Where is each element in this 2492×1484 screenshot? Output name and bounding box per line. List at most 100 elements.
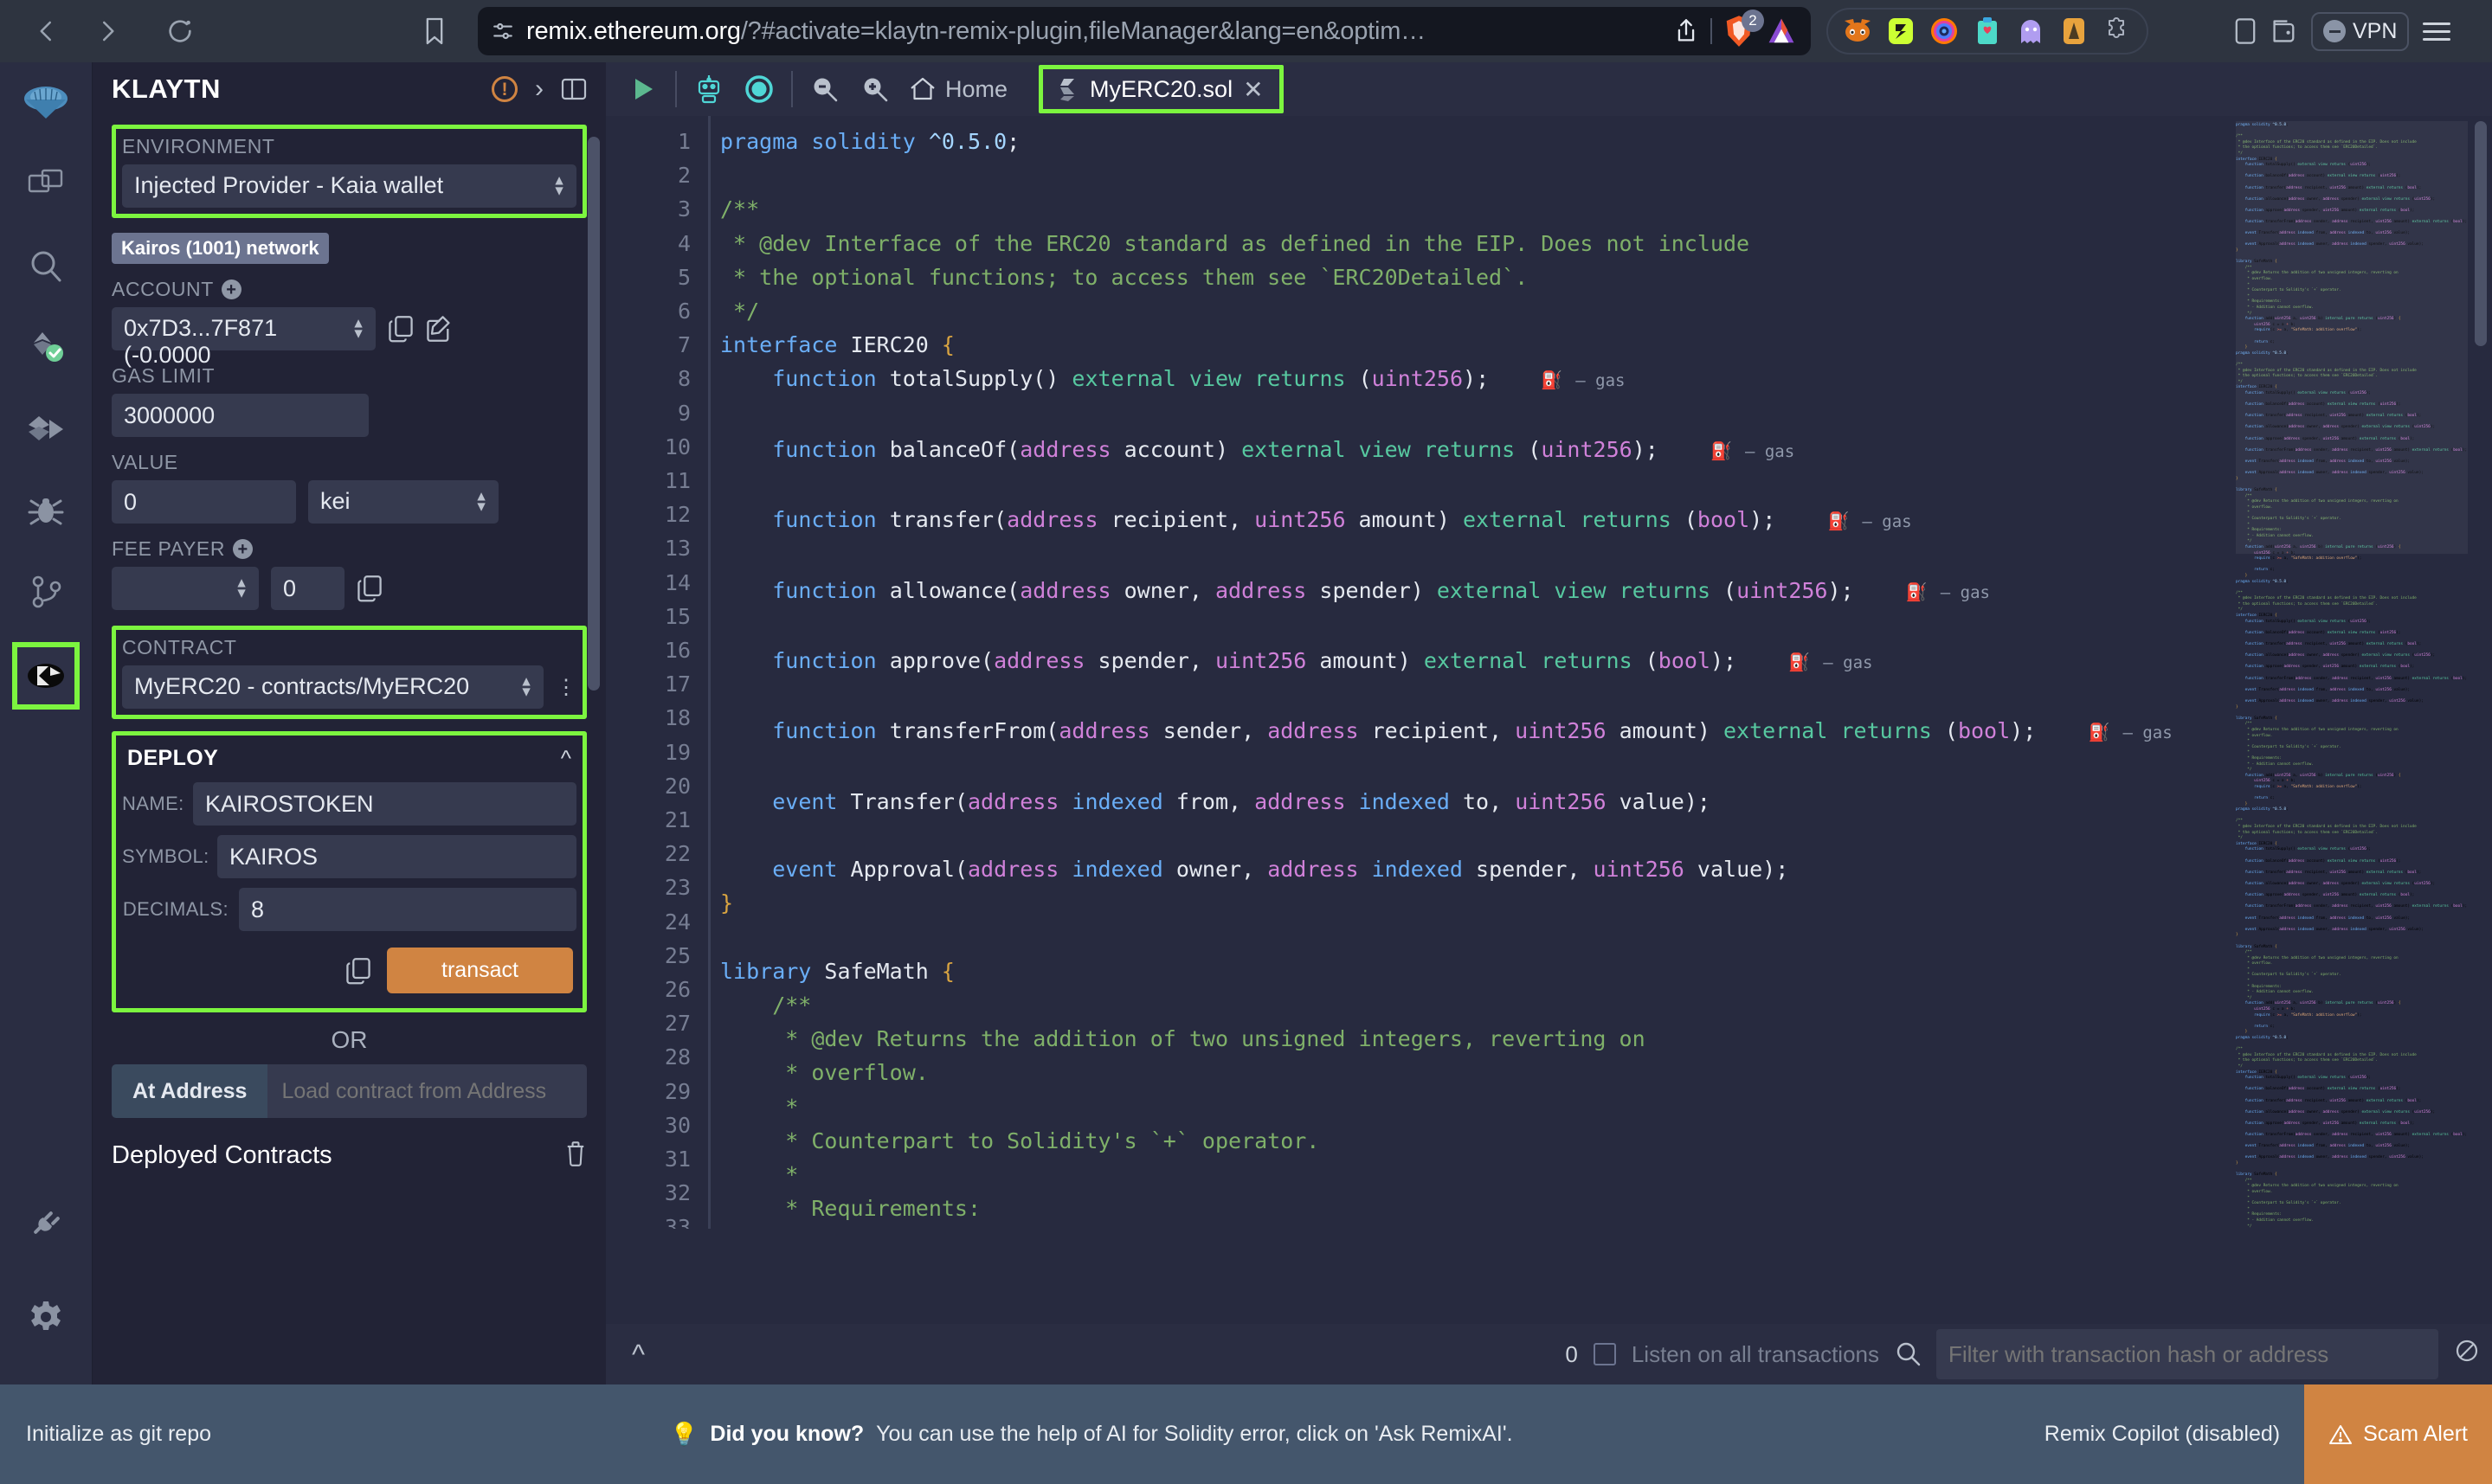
copy-icon[interactable] bbox=[357, 575, 383, 602]
code-content[interactable]: pragma solidity ^0.5.0; /** * @dev Inter… bbox=[708, 116, 2492, 1229]
home-button[interactable]: Home bbox=[900, 76, 1016, 103]
clipboard-health-extension-icon[interactable] bbox=[1970, 14, 2005, 48]
share-icon[interactable] bbox=[1674, 18, 1698, 44]
vpn-toggle-button[interactable]: VPN bbox=[2311, 12, 2409, 51]
minimap-line: function transfer(address recipient, uin… bbox=[2236, 870, 2468, 877]
back-arrow-icon[interactable] bbox=[19, 3, 74, 59]
puzzle-extensions-icon[interactable] bbox=[2100, 14, 2135, 48]
search-icon[interactable] bbox=[15, 235, 77, 298]
terminal-bar: ^ 0 Listen on all transactions bbox=[606, 1324, 2492, 1384]
code-minimap[interactable]: pragma solidity ^0.5.0; /** * @dev Inter… bbox=[2236, 116, 2468, 1229]
metamask-extension-icon[interactable] bbox=[1840, 14, 1875, 48]
panel-layout-icon[interactable] bbox=[561, 78, 587, 100]
search-icon[interactable] bbox=[1895, 1341, 1921, 1367]
minimap-line bbox=[2236, 431, 2468, 437]
chevron-up-icon[interactable]: ^ bbox=[618, 1339, 659, 1371]
file-explorer-icon[interactable] bbox=[15, 154, 77, 216]
gas-limit-input[interactable] bbox=[112, 394, 369, 437]
fee-payer-label-text: FEE PAYER bbox=[112, 537, 225, 561]
minimap-line: pragma solidity ^0.5.0; bbox=[2236, 580, 2468, 586]
debugger-icon[interactable] bbox=[15, 479, 77, 542]
ban-circle-icon[interactable] bbox=[2454, 1338, 2480, 1371]
rainbow-extension-icon[interactable] bbox=[1927, 14, 1961, 48]
listen-checkbox[interactable] bbox=[1594, 1343, 1616, 1365]
contract-select[interactable]: MyERC20 - contracts/MyERC20 ▲▼ bbox=[122, 665, 544, 709]
info-icon[interactable]: ⋮ bbox=[556, 675, 576, 700]
environment-select[interactable]: Injected Provider - Kaia wallet ▲▼ bbox=[122, 164, 576, 208]
toggle-contrast-icon[interactable] bbox=[734, 64, 784, 114]
fee-payer-amount-input[interactable] bbox=[271, 567, 345, 610]
value-input[interactable] bbox=[112, 480, 296, 524]
deploy-symbol-input[interactable] bbox=[217, 835, 576, 878]
url-bar[interactable]: remix.ethereum.org/?#activate=klaytn-rem… bbox=[478, 7, 1811, 55]
copy-icon[interactable] bbox=[388, 315, 414, 343]
editor-vertical-scrollbar[interactable] bbox=[2475, 121, 2487, 346]
zoom-in-icon[interactable] bbox=[850, 64, 900, 114]
kaia-wallet-extension-icon[interactable] bbox=[2057, 14, 2091, 48]
account-select[interactable]: 0x7D3...7F871 (-0.0000 ▲▼ bbox=[112, 307, 376, 350]
code-editor[interactable]: 1234567891011121314151617181920212223242… bbox=[606, 116, 2492, 1229]
brave-shields-icon[interactable]: 2 bbox=[1724, 15, 1754, 48]
brave-rewards-icon[interactable] bbox=[1766, 16, 1797, 46]
chevron-right-icon[interactable]: › bbox=[535, 74, 544, 104]
deploy-decimals-input[interactable] bbox=[239, 888, 576, 931]
deploy-header[interactable]: DEPLOY ^ bbox=[122, 742, 576, 782]
value-unit-select[interactable]: kei ▲▼ bbox=[308, 480, 499, 524]
copilot-status-label[interactable]: Remix Copilot (disabled) bbox=[2044, 1422, 2304, 1447]
account-block: ACCOUNT + 0x7D3...7F871 (-0.0000 ▲▼ bbox=[112, 278, 587, 350]
code-line bbox=[708, 469, 2492, 503]
trash-icon[interactable] bbox=[564, 1140, 587, 1171]
brave-wallet-icon[interactable] bbox=[2271, 17, 2297, 45]
at-address-input[interactable] bbox=[267, 1064, 587, 1118]
plus-circle-icon[interactable]: + bbox=[222, 279, 241, 299]
at-address-button[interactable]: At Address bbox=[112, 1064, 267, 1118]
deploy-field-symbol: SYMBOL: bbox=[122, 835, 576, 878]
tab-label: MyERC20.sol bbox=[1090, 76, 1233, 103]
minimap-line: */ bbox=[2236, 539, 2468, 545]
vpn-status-icon bbox=[2323, 20, 2346, 42]
zoom-out-icon[interactable] bbox=[800, 64, 850, 114]
scam-alert-button[interactable]: Scam Alert bbox=[2304, 1384, 2492, 1484]
minimap-line bbox=[2236, 482, 2468, 488]
settings-gear-icon[interactable] bbox=[15, 1286, 77, 1348]
minimap-line: * - Addition cannot overflow. bbox=[2236, 534, 2468, 540]
copy-icon[interactable] bbox=[345, 957, 371, 985]
remix-logo[interactable] bbox=[15, 73, 77, 135]
bookmark-icon[interactable] bbox=[407, 3, 462, 59]
vpn-label: VPN bbox=[2353, 19, 2397, 44]
minimap-line bbox=[2236, 334, 2468, 340]
forward-arrow-icon[interactable] bbox=[80, 3, 135, 59]
warning-exclamation-icon[interactable]: ! bbox=[492, 76, 518, 102]
edit-icon[interactable] bbox=[426, 315, 452, 343]
filter-field[interactable] bbox=[1936, 1329, 2438, 1379]
panel-scrollbar[interactable] bbox=[588, 137, 600, 691]
plus-circle-icon[interactable]: + bbox=[233, 539, 253, 559]
filter-input[interactable] bbox=[1948, 1341, 2426, 1368]
deploy-run-icon[interactable] bbox=[15, 398, 77, 460]
git-init-label[interactable]: Initialize as git repo bbox=[26, 1422, 211, 1447]
run-play-icon[interactable] bbox=[618, 64, 668, 114]
fee-payer-select[interactable]: ▲▼ bbox=[112, 567, 259, 610]
minimap-line bbox=[2236, 710, 2468, 716]
plugin-manager-icon[interactable] bbox=[15, 1192, 77, 1255]
robot-ai-icon[interactable] bbox=[684, 64, 734, 114]
wallet-extension-icon[interactable] bbox=[1883, 14, 1918, 48]
ghostery-extension-icon[interactable] bbox=[2013, 14, 2048, 48]
deploy-name-input[interactable] bbox=[193, 782, 576, 826]
line-number: 32 bbox=[606, 1176, 691, 1210]
hamburger-menu-icon[interactable] bbox=[2423, 22, 2450, 41]
minimap-line bbox=[2236, 682, 2468, 688]
tab-myerc20-sol[interactable]: MyERC20.sol ✕ bbox=[1039, 65, 1284, 113]
transact-button[interactable]: transact bbox=[387, 948, 573, 993]
minimap-line bbox=[2236, 1018, 2468, 1025]
git-icon[interactable] bbox=[15, 561, 77, 623]
minimap-line: function transfer(address recipient, uin… bbox=[2236, 642, 2468, 648]
close-x-icon[interactable]: ✕ bbox=[1243, 75, 1263, 104]
sliders-icon[interactable] bbox=[492, 20, 514, 42]
panel-body: ENVIRONMENT Injected Provider - Kaia wal… bbox=[93, 125, 606, 1171]
klaytn-plugin-icon[interactable] bbox=[12, 642, 80, 710]
solidity-compiler-icon[interactable] bbox=[15, 317, 77, 379]
reload-icon[interactable] bbox=[152, 3, 208, 59]
chevron-up-icon[interactable]: ^ bbox=[561, 745, 571, 772]
sidebar-panel-icon[interactable] bbox=[2233, 16, 2257, 46]
